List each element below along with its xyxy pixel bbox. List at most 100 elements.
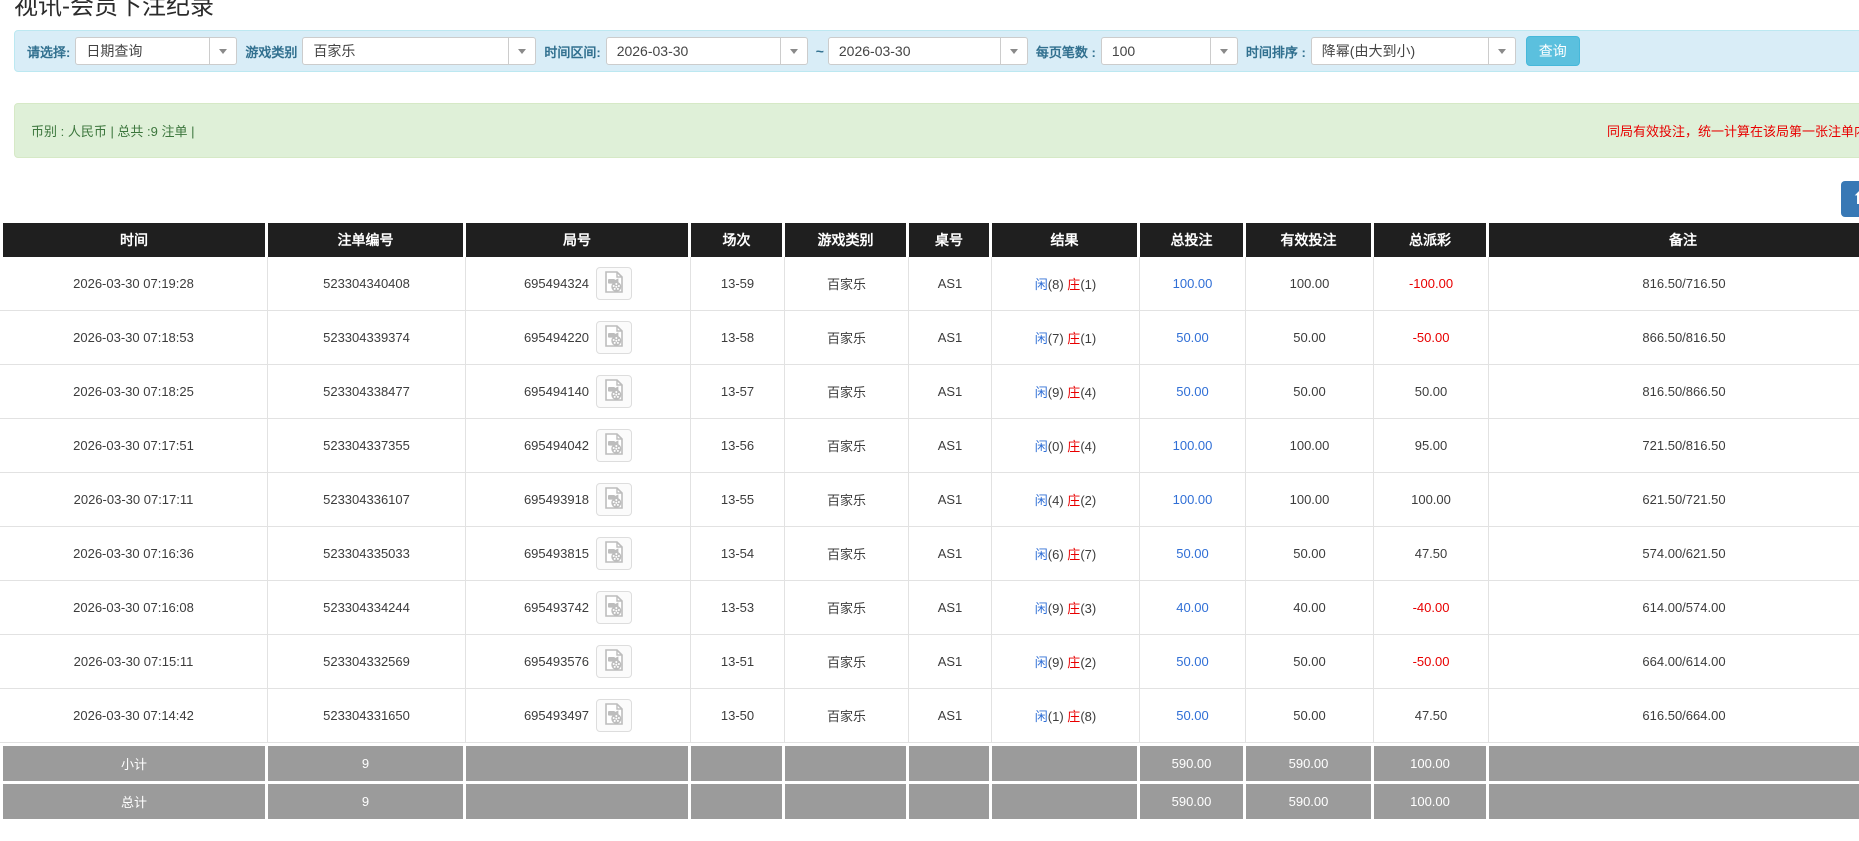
- cell-time: 2026-03-30 07:16:36: [0, 527, 268, 581]
- film-document-icon: [602, 379, 626, 404]
- query-type-select[interactable]: 日期查询: [75, 37, 238, 65]
- subtotal-label: 小计: [0, 743, 268, 781]
- date-to-select[interactable]: 2026-03-30: [827, 37, 1028, 65]
- search-button[interactable]: 查询: [1525, 36, 1580, 66]
- caret-down-icon[interactable]: [209, 38, 236, 64]
- result-player-label: 闲: [1034, 331, 1048, 346]
- video-playback-button[interactable]: [596, 483, 633, 516]
- video-playback-button[interactable]: [596, 645, 633, 678]
- cell-valid-bet: 100.00: [1246, 419, 1374, 473]
- game-type-value: 百家乐: [313, 43, 356, 59]
- video-playback-button[interactable]: [596, 591, 633, 624]
- cell-session: 13-59: [691, 257, 785, 311]
- cell-time: 2026-03-30 07:16:08: [0, 581, 268, 635]
- cell-round-id: 695494042: [466, 419, 691, 473]
- caret-down-icon[interactable]: [999, 38, 1027, 64]
- total-bet-link[interactable]: 100.00: [1173, 492, 1213, 507]
- cell-round-id: 695493742: [466, 581, 691, 635]
- video-playback-button[interactable]: [596, 429, 633, 462]
- result-banker-score: (8): [1080, 709, 1097, 724]
- select-type-label: 请选择:: [27, 44, 71, 60]
- cell-total-bet: 50.00: [1140, 689, 1246, 743]
- subtotal-count: 9: [268, 743, 466, 781]
- date-to-value: 2026-03-30: [838, 43, 911, 59]
- result-player-score: (9): [1047, 655, 1068, 670]
- grand-total-row: 总计 9 590.00 590.00 100.00: [0, 781, 1859, 822]
- total-bet-link[interactable]: 50.00: [1176, 384, 1209, 399]
- table-row: 2026-03-30 07:14:42 523304331650 695493497…: [0, 689, 1859, 743]
- cell-remark: 614.00/574.00: [1489, 581, 1859, 635]
- cell-payout: -50.00: [1374, 311, 1489, 365]
- game-type-select[interactable]: 百家乐: [302, 37, 537, 65]
- subtotal-round-id: [466, 743, 691, 781]
- query-type-value: 日期查询: [86, 43, 143, 59]
- result-banker-label: 庄: [1067, 655, 1081, 670]
- total-valid-bet: 590.00: [1246, 781, 1374, 822]
- cell-game-type: 百家乐: [785, 635, 909, 689]
- cell-table-no: AS1: [909, 473, 992, 527]
- result-banker-score: (3): [1080, 601, 1097, 616]
- cell-time: 2026-03-30 07:17:51: [0, 419, 268, 473]
- total-bet-link[interactable]: 50.00: [1176, 654, 1209, 669]
- page-size-label: 每页笔数 :: [1035, 44, 1096, 60]
- result-banker-label: 庄: [1067, 331, 1081, 346]
- cell-payout: 47.50: [1374, 689, 1489, 743]
- cell-game-type: 百家乐: [785, 581, 909, 635]
- caret-down-icon[interactable]: [1209, 38, 1237, 64]
- cell-session: 13-58: [691, 311, 785, 365]
- caret-down-icon[interactable]: [779, 38, 807, 64]
- cell-remark: 574.00/621.50: [1489, 527, 1859, 581]
- video-playback-button[interactable]: [596, 699, 633, 732]
- payout-value: 50.00: [1414, 384, 1448, 399]
- caret-down-icon[interactable]: [1487, 38, 1515, 64]
- time-sort-select[interactable]: 降幂(由大到小): [1310, 37, 1516, 65]
- cell-valid-bet: 50.00: [1246, 689, 1374, 743]
- total-bet-link[interactable]: 50.00: [1176, 546, 1209, 561]
- total-bet-link[interactable]: 100.00: [1173, 276, 1213, 291]
- cell-result: 闲(9) 庄(3): [992, 581, 1140, 635]
- cell-time: 2026-03-30 07:19:28: [0, 257, 268, 311]
- page-size-select[interactable]: 100: [1100, 37, 1238, 65]
- result-player-label: 闲: [1034, 601, 1048, 616]
- result-player-label: 闲: [1034, 709, 1048, 724]
- result-banker-score: (1): [1080, 277, 1097, 292]
- header-cell-session: 场次: [691, 223, 785, 257]
- table-row: 2026-03-30 07:18:25 523304338477 695494140…: [0, 365, 1859, 419]
- cell-payout: 95.00: [1374, 419, 1489, 473]
- cell-session: 13-51: [691, 635, 785, 689]
- cell-game-type: 百家乐: [785, 473, 909, 527]
- round-id-wrap: 695494220: [470, 311, 686, 364]
- cell-round-id: 695493497: [466, 689, 691, 743]
- cell-payout: -40.00: [1374, 581, 1489, 635]
- film-document-icon: [602, 595, 626, 620]
- header-cell-time: 时间: [0, 223, 268, 257]
- cell-remark: 664.00/614.00: [1489, 635, 1859, 689]
- video-playback-button[interactable]: [596, 321, 633, 354]
- video-playback-button[interactable]: [596, 375, 633, 408]
- total-bet-link[interactable]: 100.00: [1173, 438, 1213, 453]
- cell-round-id: 695494324: [466, 257, 691, 311]
- payout-value: 100.00: [1411, 492, 1451, 507]
- cell-bet-id: 523304335033: [268, 527, 466, 581]
- cell-total-bet: 100.00: [1140, 419, 1246, 473]
- video-playback-button[interactable]: [596, 267, 633, 300]
- table-row: 2026-03-30 07:19:28 523304340408 695494324…: [0, 257, 1859, 311]
- cell-payout: -100.00: [1374, 257, 1489, 311]
- date-from-value: 2026-03-30: [616, 43, 689, 59]
- subtotal-valid-bet: 590.00: [1246, 743, 1374, 781]
- cell-valid-bet: 50.00: [1246, 635, 1374, 689]
- cell-game-type: 百家乐: [785, 257, 909, 311]
- caret-down-icon[interactable]: [508, 38, 535, 64]
- cell-result: 闲(9) 庄(4): [992, 365, 1140, 419]
- scroll-top-button[interactable]: ⬆: [1841, 181, 1859, 217]
- cell-round-id: 695493576: [466, 635, 691, 689]
- date-from-select[interactable]: 2026-03-30: [605, 37, 808, 65]
- total-bet-link[interactable]: 40.00: [1176, 600, 1209, 615]
- video-playback-button[interactable]: [596, 537, 633, 570]
- cell-valid-bet: 100.00: [1246, 257, 1374, 311]
- total-bet-link[interactable]: 50.00: [1176, 330, 1209, 345]
- filter-panel: 请选择: 日期查询 游戏类别 百家乐 时间区间: 2026-03-30 ~ 20…: [14, 30, 1859, 72]
- subtotal-row: 小计 9 590.00 590.00 100.00: [0, 743, 1859, 781]
- payout-value: -50.00: [1412, 654, 1450, 669]
- total-bet-link[interactable]: 50.00: [1176, 708, 1209, 723]
